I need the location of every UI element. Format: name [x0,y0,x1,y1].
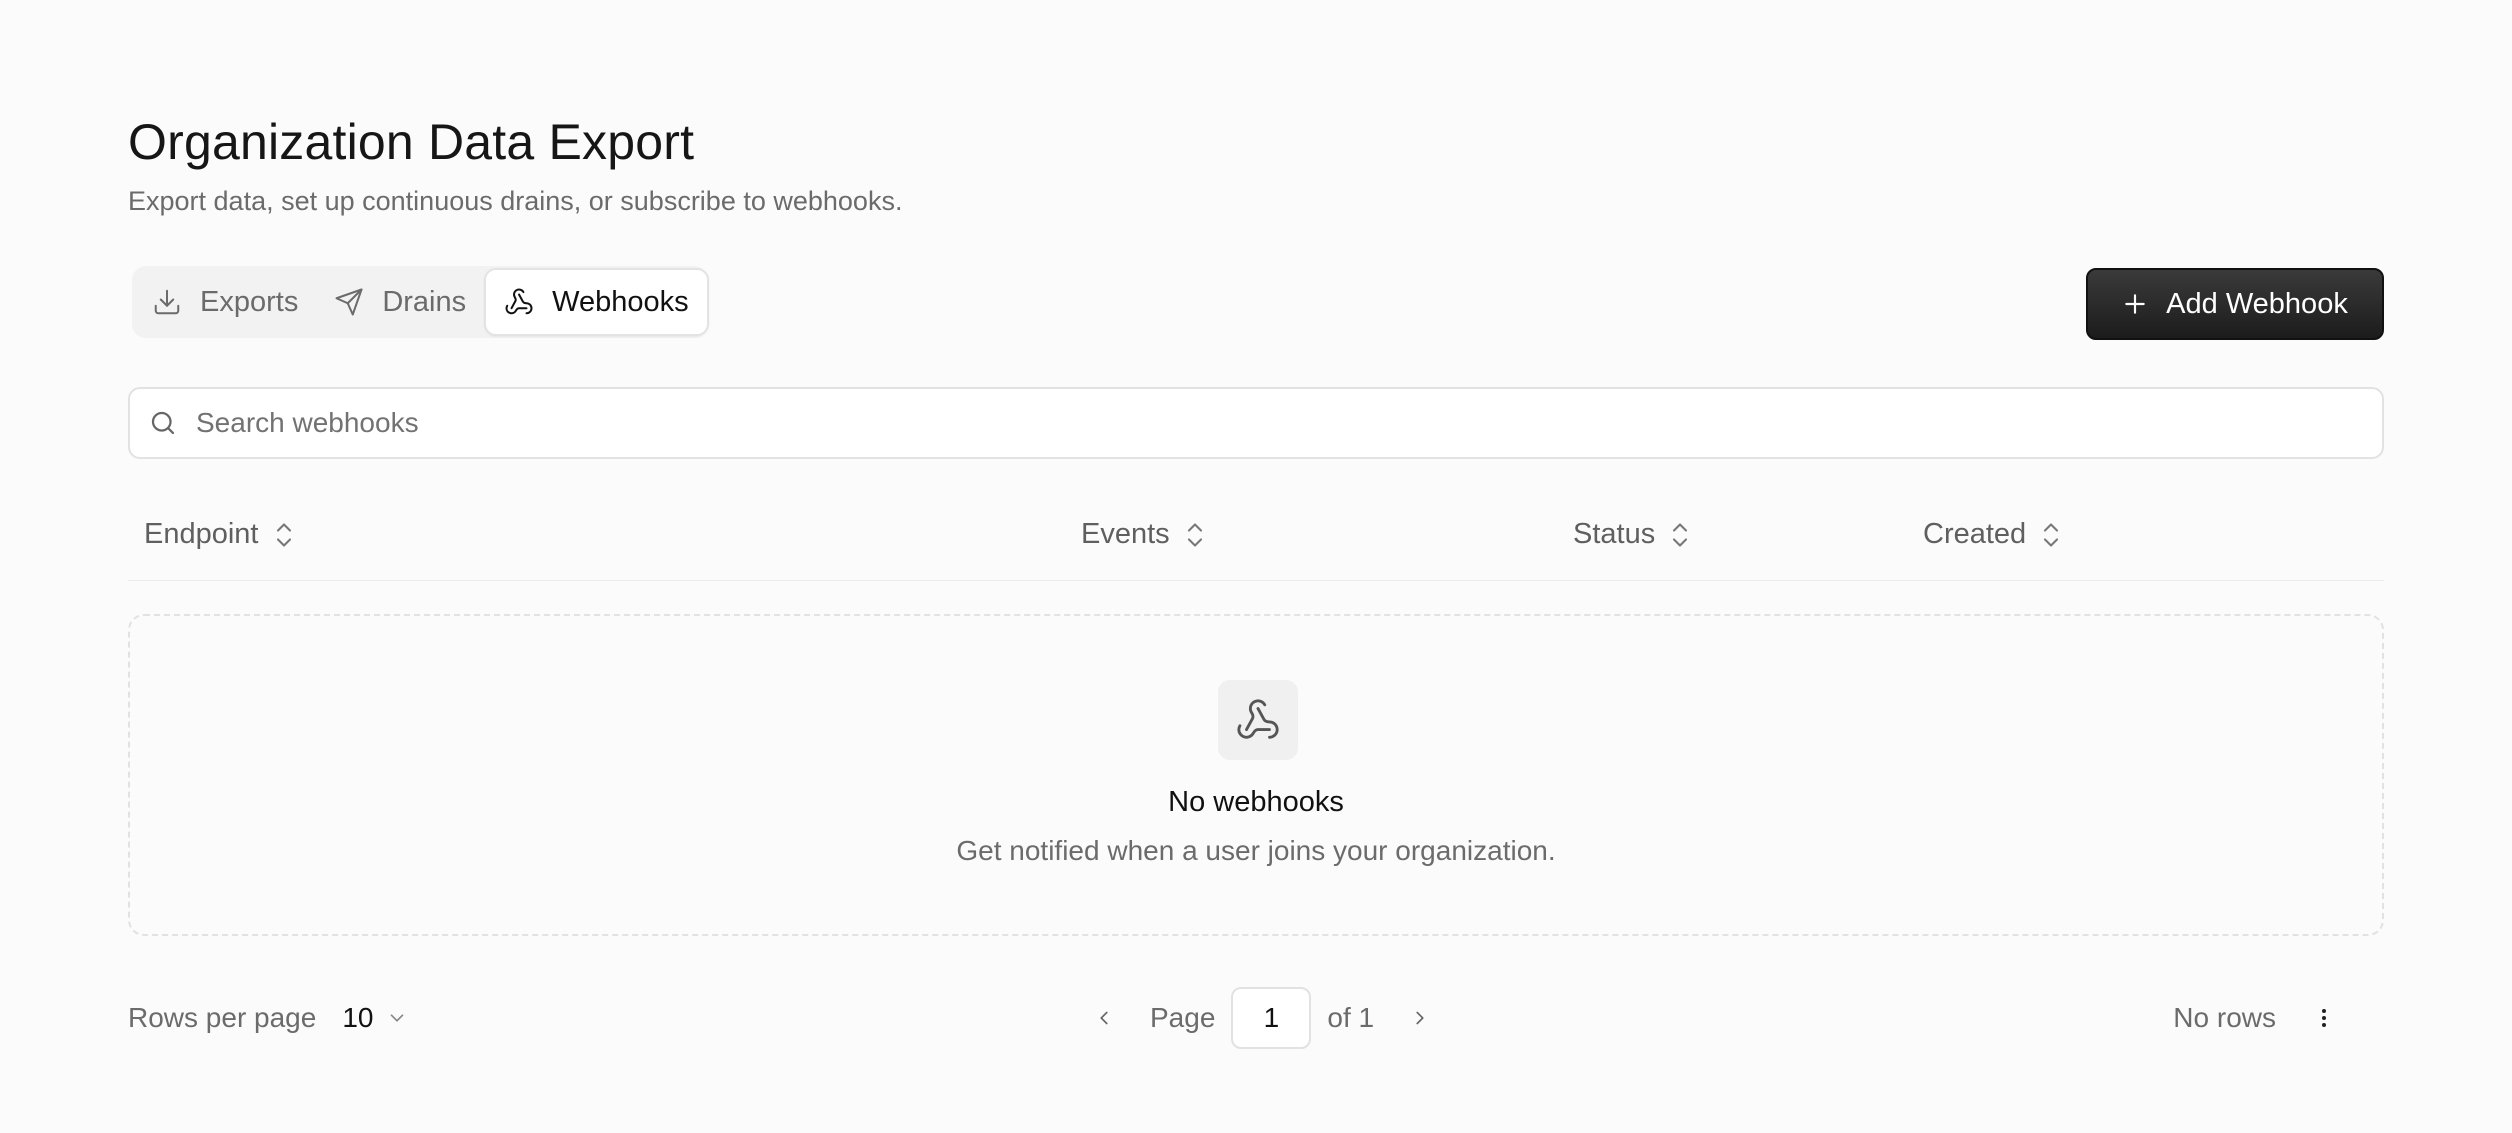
webhook-icon [505,288,533,315]
previous-page-button[interactable] [1084,998,1124,1038]
plus-icon [2122,291,2148,317]
page-navigation: Page of 1 [1084,985,1440,1051]
page-subtitle: Export data, set up continuous drains, o… [128,186,903,216]
page-title: Organization Data Export [128,114,695,170]
tab-drains[interactable]: Drains [316,268,484,336]
empty-state-description: Get notified when a user joins your orga… [956,835,1556,866]
column-header-endpoint[interactable]: Endpoint [144,518,295,551]
empty-state-icon-box [1218,680,1298,760]
empty-state-title: No webhooks [1168,786,1344,818]
tab-webhooks-label: Webhooks [552,285,689,318]
chevron-down-icon [390,1014,403,1022]
tab-exports-label: Exports [200,285,299,318]
search-input[interactable] [194,406,2298,440]
column-header-created[interactable]: Created [1923,518,2062,551]
row-count-status: No rows [2173,1002,2276,1033]
column-label: Events [1081,518,1170,550]
more-options-button[interactable] [2304,998,2344,1038]
add-webhook-label: Add Webhook [2166,287,2348,320]
page-container: Organization Data Export Export data, se… [128,0,2384,1133]
sort-icon [276,522,291,547]
sort-icon [1187,522,1202,547]
webhook-icon [1237,699,1279,739]
search-icon [151,411,175,435]
chevron-right-icon [1416,1011,1424,1025]
table-header: Endpoint Events Status Created [128,500,2384,581]
rows-per-page-select[interactable]: 10 [342,1002,407,1034]
column-header-events[interactable]: Events [1081,518,1206,551]
chevron-left-icon [1100,1011,1108,1025]
tab-exports[interactable]: Exports [134,268,316,336]
sort-icon [2044,522,2059,547]
pagination: Rows per page 10 Page of 1 No rows [128,985,2384,1051]
more-vertical-icon [2322,1009,2326,1027]
next-page-button[interactable] [1400,998,1440,1038]
add-webhook-button[interactable]: Add Webhook [2086,268,2384,340]
page-total: of 1 [1327,1002,1375,1033]
tab-list: Exports Drains Webhooks [132,266,709,338]
search-box [128,387,2384,459]
empty-state: No webhooks Get notified when a user joi… [128,614,2384,936]
column-header-status[interactable]: Status [1573,518,1691,551]
download-icon [154,289,180,315]
tab-webhooks[interactable]: Webhooks [484,268,709,336]
column-label: Created [1923,518,2027,550]
rows-per-page-value: 10 [342,1002,374,1033]
page-number-input[interactable] [1231,987,1312,1049]
tab-drains-label: Drains [382,285,467,318]
page-label: Page [1150,1002,1216,1033]
send-icon [335,288,363,316]
rows-per-page: Rows per page 10 [128,1002,408,1034]
sort-icon [1673,522,1688,547]
column-label: Endpoint [144,518,259,550]
rows-per-page-label: Rows per page [128,1002,317,1033]
column-label: Status [1573,518,1656,550]
